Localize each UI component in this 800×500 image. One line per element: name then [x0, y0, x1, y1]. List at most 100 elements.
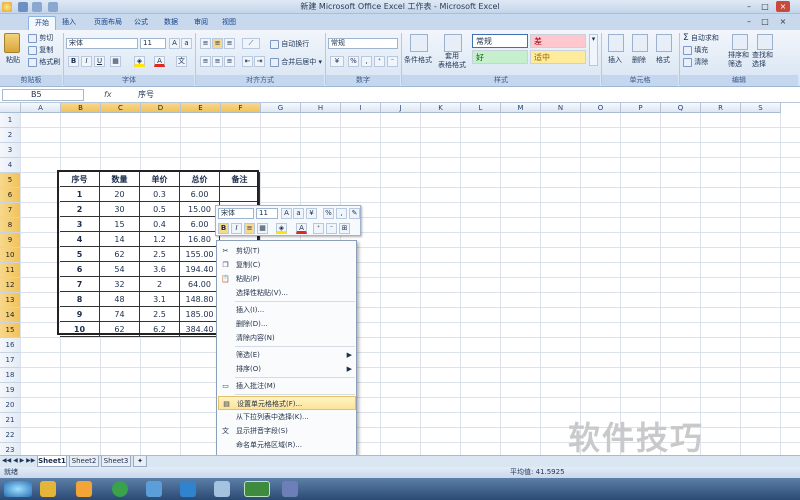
app-icon[interactable]	[146, 481, 162, 497]
column-header-P[interactable]: P	[621, 103, 661, 113]
table-cell[interactable]: 62	[100, 247, 140, 262]
row-header-2[interactable]: 2	[0, 128, 21, 143]
table-cell[interactable]: 155.00	[180, 247, 220, 262]
shrink-font-icon[interactable]: a	[181, 38, 192, 49]
menu-item[interactable]: 筛选(E) ▶	[218, 348, 356, 362]
percent-icon[interactable]: %	[348, 56, 359, 67]
table-cell[interactable]: 7	[60, 277, 100, 292]
currency-icon[interactable]: ¥	[330, 56, 344, 67]
table-cell[interactable]: 48	[100, 292, 140, 307]
mini-merge-icon[interactable]: ⊞	[339, 223, 350, 234]
minimize-button[interactable]: –	[742, 1, 756, 12]
table-cell[interactable]: 3	[60, 217, 100, 232]
comma-style-icon[interactable]: ,	[361, 56, 372, 67]
find-select-icon[interactable]	[757, 34, 773, 50]
row-header-23[interactable]: 23	[0, 443, 21, 455]
table-cell[interactable]: 10	[60, 322, 100, 337]
row-header-1[interactable]: 1	[0, 113, 21, 128]
column-header-J[interactable]: J	[381, 103, 421, 113]
column-header-S[interactable]: S	[741, 103, 781, 113]
row-header-19[interactable]: 19	[0, 383, 21, 398]
format-cells-icon[interactable]	[656, 34, 672, 52]
menu-item[interactable]: 复制(C) ❐	[218, 258, 356, 272]
table-header-cell[interactable]: 数量	[100, 172, 140, 187]
excel-taskbar-icon[interactable]	[244, 481, 270, 497]
table-cell[interactable]: 2	[60, 202, 100, 217]
row-header-17[interactable]: 17	[0, 353, 21, 368]
delete-cells-icon[interactable]	[632, 34, 648, 52]
menu-item[interactable]: 命名单元格区域(R)...	[218, 438, 356, 452]
table-cell[interactable]: 194.40	[180, 262, 220, 277]
mini-increase-decimal-icon[interactable]: ⁺	[313, 223, 324, 234]
row-header-22[interactable]: 22	[0, 428, 21, 443]
style-good[interactable]: 好	[472, 50, 528, 64]
merge-center-button[interactable]: 合并后居中 ▾	[270, 57, 322, 67]
format-painter-button[interactable]: 格式刷	[28, 57, 60, 67]
table-cell[interactable]: 64.00	[180, 277, 220, 292]
sort-filter-button[interactable]: 排序和 筛选	[728, 51, 749, 69]
mini-decrease-decimal-icon[interactable]: ⁻	[326, 223, 337, 234]
column-header-D[interactable]: D	[141, 103, 181, 113]
table-cell[interactable]: 8	[60, 292, 100, 307]
mini-currency-icon[interactable]: ¥	[306, 208, 317, 219]
paste-button[interactable]: 粘贴	[6, 55, 20, 65]
row-header-6[interactable]: 6	[0, 188, 21, 203]
table-header-cell[interactable]: 序号	[60, 172, 100, 187]
table-cell[interactable]: 62	[100, 322, 140, 337]
paste-icon[interactable]	[4, 33, 20, 53]
table-cell[interactable]: 15	[100, 217, 140, 232]
table-cell[interactable]: 0.4	[140, 217, 180, 232]
insert-cells-icon[interactable]	[608, 34, 624, 52]
maximize-button[interactable]: □	[758, 1, 772, 12]
row-header-11[interactable]: 11	[0, 263, 21, 278]
column-header-K[interactable]: K	[421, 103, 461, 113]
start-button-icon[interactable]	[4, 481, 32, 497]
insert-sheet-icon[interactable]: ✦	[133, 456, 147, 467]
table-cell[interactable]: 0.5	[140, 202, 180, 217]
table-cell[interactable]: 5	[60, 247, 100, 262]
tab-formulas[interactable]: 公式	[130, 16, 152, 30]
fill-button[interactable]: 填充	[683, 45, 708, 55]
row-header-12[interactable]: 12	[0, 278, 21, 293]
tab-home[interactable]: 开始	[28, 16, 56, 30]
table-cell[interactable]: 3.6	[140, 262, 180, 277]
menu-item[interactable]: 显示拼音字段(S) 文	[218, 424, 356, 438]
column-header-H[interactable]: H	[301, 103, 341, 113]
mini-italic-icon[interactable]: I	[231, 223, 242, 234]
row-header-7[interactable]: 7	[0, 203, 21, 218]
table-cell[interactable]: 148.80	[180, 292, 220, 307]
table-cell[interactable]: 6.00	[180, 187, 220, 202]
table-format-button[interactable]: 套用 表格格式	[438, 52, 466, 70]
mini-comma-icon[interactable]: ,	[336, 208, 347, 219]
row-header-3[interactable]: 3	[0, 143, 21, 158]
row-header-18[interactable]: 18	[0, 368, 21, 383]
row-header-4[interactable]: 4	[0, 158, 21, 173]
conditional-format-icon[interactable]	[410, 34, 428, 52]
fill-color-icon[interactable]: ◈	[134, 56, 145, 67]
row-header-10[interactable]: 10	[0, 248, 21, 263]
table-cell[interactable]: 16.80	[180, 232, 220, 247]
copy-button[interactable]: 复制	[28, 45, 53, 55]
mini-center-icon[interactable]: ≡	[244, 223, 255, 234]
mini-font-color-icon[interactable]: A	[296, 223, 307, 234]
table-cell[interactable]: 14	[100, 232, 140, 247]
close-button[interactable]: ×	[776, 1, 790, 12]
sheet-tab-3[interactable]: Sheet3	[101, 456, 131, 467]
chrome-icon[interactable]	[112, 481, 128, 497]
column-header-N[interactable]: N	[541, 103, 581, 113]
column-header-O[interactable]: O	[581, 103, 621, 113]
sort-filter-icon[interactable]	[732, 34, 748, 50]
increase-indent-icon[interactable]: ⇥	[254, 56, 265, 67]
wrap-text-button[interactable]: 自动换行	[270, 39, 309, 49]
mini-shrink-font-icon[interactable]: a	[293, 208, 304, 219]
table-cell[interactable]	[220, 187, 260, 202]
font-size-select[interactable]: 11	[140, 38, 166, 49]
menu-item[interactable]: 剪切(T) ✂	[218, 244, 356, 258]
menu-item[interactable]: 设置单元格格式(F)... ▤	[218, 396, 356, 410]
column-header-L[interactable]: L	[461, 103, 501, 113]
table-cell[interactable]: 1.2	[140, 232, 180, 247]
border-icon[interactable]: ▦	[110, 56, 121, 67]
align-left-icon[interactable]: ≡	[200, 56, 211, 67]
table-cell[interactable]: 6	[60, 262, 100, 277]
format-cells-button[interactable]: 格式	[656, 55, 670, 65]
